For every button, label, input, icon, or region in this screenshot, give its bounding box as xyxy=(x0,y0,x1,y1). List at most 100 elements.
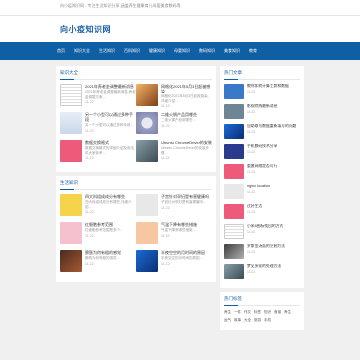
article-time: 11-22 xyxy=(247,129,256,134)
article-title[interactable]: Ubuntu ChromeDriver的安装 xyxy=(161,140,212,145)
article-title[interactable]: 气温下降有哪些措施 xyxy=(161,222,197,227)
article-item[interactable]: 二维火锅产品用哪些 二维火锅产品用哪些… 11-22 xyxy=(136,112,212,136)
article-title[interactable]: 子宫针对孕妇是有害健康吗 xyxy=(161,194,209,199)
tag-link[interactable]: 一件 xyxy=(234,310,241,315)
article-title[interactable]: 数据交换格式 xyxy=(85,140,136,145)
article-thumbnail[interactable] xyxy=(224,264,244,279)
article-thumbnail[interactable] xyxy=(224,84,244,99)
tag-link[interactable]: 知识 xyxy=(264,310,271,315)
article-title[interactable]: 二维火锅产品用哪些 xyxy=(161,112,197,117)
nav-item-life[interactable]: 生活知识 xyxy=(99,48,115,54)
article-time: 11-22 xyxy=(247,249,256,254)
article-thumbnail[interactable] xyxy=(136,194,158,216)
tag-link[interactable]: 手机 xyxy=(264,318,271,323)
nav-item-health[interactable]: 健康知识 xyxy=(149,48,165,54)
hot-article-item[interactable]: nginx location 11-22 xyxy=(224,184,300,201)
article-thumbnail[interactable] xyxy=(224,104,244,119)
article-title[interactable]: 梦见多家的处理方法 xyxy=(247,264,281,269)
tag-link[interactable]: 标签 xyxy=(254,310,261,315)
article-thumbnail[interactable] xyxy=(60,250,82,272)
article-item[interactable]: Ubuntu ChromeDriver的安装 Ubuntu ChromeDrive… xyxy=(136,140,212,164)
article-thumbnail[interactable] xyxy=(136,140,158,162)
nav-item-knowledge[interactable]: 知识大全 xyxy=(74,48,90,54)
article-thumbnail[interactable] xyxy=(224,144,244,159)
tag-link[interactable]: 养生 xyxy=(224,310,231,315)
hot-article-item[interactable]: 梦见多家的处理方法 11-22 xyxy=(224,264,300,281)
site-logo[interactable]: 向小疫知识网 xyxy=(60,25,111,34)
nav-item-food[interactable]: 美食知识 xyxy=(224,48,240,54)
tag-link[interactable]: 作文 xyxy=(244,310,251,315)
article-item[interactable]: 红细胞参考范围 红细胞参考范围是多少… 11-22 xyxy=(60,222,136,246)
nav-item-digital[interactable]: 数码知识 xyxy=(199,48,215,54)
article-title[interactable]: 罗斯金汤面的烹制方法 xyxy=(247,244,285,249)
article-thumbnail[interactable] xyxy=(60,140,82,162)
article-title[interactable]: 过好生活 xyxy=(247,204,262,209)
article-thumbnail[interactable] xyxy=(136,112,158,134)
nav-item-baby[interactable]: 母婴知识 xyxy=(174,48,190,54)
article-title[interactable]: 自助取号数据重新填写的问题 xyxy=(247,124,296,129)
article-title[interactable]: 教你如何计算工龄和数据 xyxy=(247,84,289,89)
hot-article-item[interactable]: 影视院线最新消息 11-22 xyxy=(224,104,300,121)
article-title[interactable]: 重复网络是否可行 xyxy=(247,164,277,169)
article-thumbnail[interactable] xyxy=(224,184,244,199)
article-thumbnail[interactable] xyxy=(136,84,158,106)
article-item[interactable]: 网格化2021年5月3日起被感染 网格化2021年5月3日起被感染,详细介绍… 11… xyxy=(136,84,212,108)
tag-link[interactable]: 食谱 xyxy=(274,310,281,315)
article-time: 11-22 xyxy=(161,261,170,266)
tag-link[interactable]: 大全 xyxy=(244,318,251,323)
article-desc: 网格化2021年5月3日起被感染,详细介绍… xyxy=(161,94,209,103)
article-thumbnail[interactable] xyxy=(60,194,82,216)
article-item[interactable]: 数据交换格式 数据交换格式的详细介绍及用法,供大家参考… 11-22 xyxy=(60,140,136,164)
article-desc: 数据交换格式的详细介绍及用法,供大家参考… xyxy=(85,146,135,155)
article-desc: 气温下降有哪些措施… xyxy=(161,228,196,232)
hot-article-item[interactable]: 教你如何计算工龄和数据 11-22 xyxy=(224,84,300,101)
article-thumbnail[interactable] xyxy=(224,244,244,259)
article-item[interactable]: 另一个小型可以通过多种手段 另一个小型可以通过多种手段… 11-22 xyxy=(60,112,136,136)
hot-article-item[interactable]: 手机数码技术分享 11-22 xyxy=(224,144,300,161)
tag-link[interactable]: 故事 xyxy=(234,318,241,323)
article-item[interactable]: 四大科组成成分有哪些 四大科组成成分有哪些,详细介绍… 11-22 xyxy=(60,194,136,218)
nav-item-home[interactable]: 首页 xyxy=(57,48,65,54)
hot-article-item[interactable]: 小米8图标找回的方式 11-22 xyxy=(224,224,300,241)
article-title[interactable]: 2021年养老金调整最新消息 xyxy=(85,84,136,89)
article-title[interactable]: 半夜空空的月时间的原因 xyxy=(161,250,205,255)
article-thumbnail[interactable] xyxy=(224,124,244,139)
tag-link[interactable]: 运气 xyxy=(224,318,231,323)
article-title[interactable]: nginx location xyxy=(247,184,270,189)
article-item[interactable]: 气温下降有哪些措施 气温下降有哪些措施… 11-22 xyxy=(136,222,212,246)
article-item[interactable]: 膀胱为何有粗的感觉 膀胱为何有粗的感觉… 11-22 xyxy=(60,250,136,274)
article-item[interactable]: 2021年养老金调整最新消息 2021年养老金调整最新消息,养老金调整方案… 11-… xyxy=(60,84,136,108)
hot-article-item[interactable]: 重复网络是否可行 11-22 xyxy=(224,164,300,181)
article-thumbnail[interactable] xyxy=(136,222,158,244)
article-title[interactable]: 手机数码技术分享 xyxy=(247,144,277,149)
article-desc: 四大科组成成分有哪些,详细介绍… xyxy=(85,200,132,209)
nav-item-baike[interactable]: 百科知识 xyxy=(124,48,140,54)
article-title[interactable]: 影视院线最新消息 xyxy=(247,104,277,109)
article-time: 11-22 xyxy=(161,205,170,210)
article-thumbnail[interactable] xyxy=(60,222,82,244)
article-item[interactable]: 半夜空空的月时间的原因 半夜空空的月时间的原因… 11-22 xyxy=(136,250,212,274)
article-title[interactable]: 四大科组成成分有哪些 xyxy=(85,194,136,199)
article-thumbnail[interactable] xyxy=(224,164,244,179)
article-title[interactable]: 红细胞参考范围 xyxy=(85,222,124,227)
article-thumbnail[interactable] xyxy=(60,84,82,106)
hot-article-item[interactable]: 过好生活 11-22 xyxy=(224,204,300,221)
article-title[interactable]: 膀胱为何有粗的感觉 xyxy=(85,250,121,255)
nav-item-edu[interactable]: 教育 xyxy=(249,48,257,54)
article-title[interactable]: 小米8图标找回的方式 xyxy=(247,224,283,229)
article-thumbnail[interactable] xyxy=(224,224,244,239)
hot-article-item[interactable]: 罗斯金汤面的烹制方法 11-22 xyxy=(224,244,300,261)
hot-article-item[interactable]: 自助取号数据重新填写的问题 11-22 xyxy=(224,124,300,141)
tag-link[interactable]: 养生 xyxy=(284,310,291,315)
article-title[interactable]: 另一个小型可以通过多种手段 xyxy=(85,112,136,122)
sidebar: 热门文章 教你如何计算工龄和数据 11-22 影视院线最新消息 11-22 自助取号… xyxy=(220,66,304,334)
article-thumbnail[interactable] xyxy=(136,250,158,272)
article-item[interactable]: 子宫针对孕妇是有害健康吗 子宫针对孕妇是有害健康吗… 11-22 xyxy=(136,194,212,218)
article-time: 11-22 xyxy=(85,210,94,214)
article-thumbnail[interactable] xyxy=(60,112,82,134)
main-column: 知识大全 2021年养老金调整最新消息 2021年养老金调整最新消息,养老金调整方… xyxy=(56,66,216,286)
article-time: 11-22 xyxy=(161,104,170,108)
tag-link[interactable]: 旅游 xyxy=(254,318,261,323)
article-thumbnail[interactable] xyxy=(224,204,244,219)
article-title[interactable]: 网格化2021年5月3日起被感染 xyxy=(161,84,212,93)
